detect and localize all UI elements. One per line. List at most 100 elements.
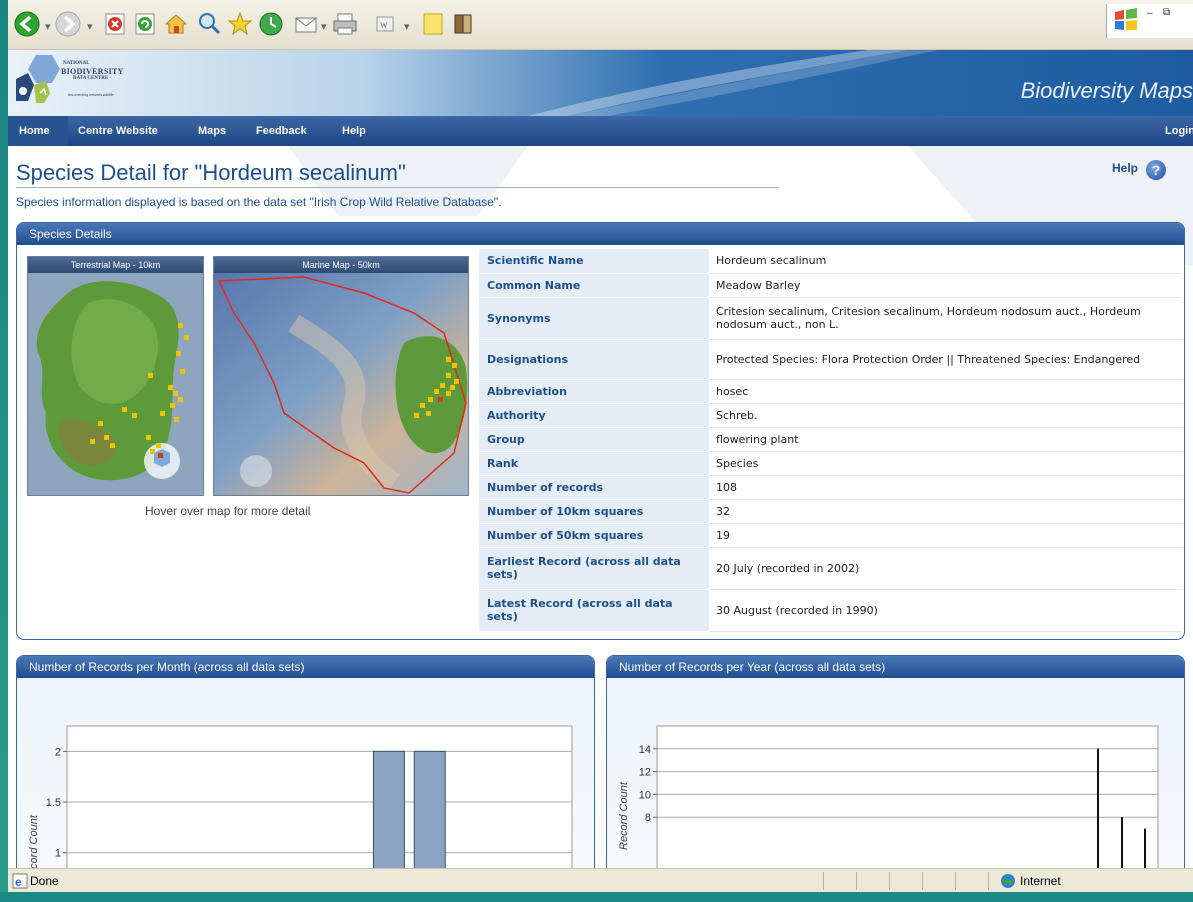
info-row: Common Name Meadow Barley xyxy=(479,273,1182,298)
y-tick-label: 2 xyxy=(55,746,61,758)
forward-dropdown-icon[interactable]: ▾ xyxy=(87,20,93,33)
info-label: Scientific Name xyxy=(479,249,709,274)
month-bar xyxy=(372,750,405,868)
logo-line-3: DATA CENTRE xyxy=(73,76,109,81)
svg-text:W: W xyxy=(380,21,388,30)
info-label: Synonyms xyxy=(479,297,709,340)
favorites-star-icon[interactable] xyxy=(225,9,255,39)
year-chart-area: 8 10 12 14 Record Count xyxy=(607,678,1184,868)
marine-map[interactable]: Marine Map - 50km xyxy=(213,256,469,496)
site-header: NATIONAL BIODIVERSITY DATA CENTRE docume… xyxy=(8,50,1193,116)
info-value: Schreb. xyxy=(709,403,1182,428)
page-status-icon: e xyxy=(12,873,28,889)
info-row: Rank Species xyxy=(479,451,1182,476)
info-label: Latest Record (across all data sets) xyxy=(479,589,709,632)
nav-feedback[interactable]: Feedback xyxy=(256,125,307,137)
month-chart: 1 1.5 2 Record Count xyxy=(28,725,573,868)
records-per-year-panel: Number of Records per Year (across all d… xyxy=(606,655,1185,868)
record-square xyxy=(420,403,425,408)
record-square xyxy=(110,443,115,448)
print-icon[interactable] xyxy=(330,9,360,39)
info-value: Species xyxy=(709,451,1182,476)
mail-icon[interactable] xyxy=(292,9,322,39)
record-square xyxy=(104,435,109,440)
back-dropdown-icon[interactable]: ▾ xyxy=(45,20,51,33)
dataset-subtitle: Species information displayed is based o… xyxy=(16,195,502,209)
info-label: Designations xyxy=(479,339,709,380)
info-value: 32 xyxy=(709,499,1182,524)
record-square xyxy=(434,389,439,394)
record-square xyxy=(414,413,419,418)
security-zone: Internet xyxy=(1020,874,1061,888)
browser-toolbar: ▾ ▾ ▾ W ▾ – ⧉ xyxy=(8,0,1193,50)
status-divider xyxy=(988,872,989,890)
terrestrial-map[interactable]: Terrestrial Map - 10km xyxy=(27,256,204,496)
help-question-icon[interactable]: ? xyxy=(1146,160,1166,180)
record-square xyxy=(426,411,431,416)
stop-icon[interactable] xyxy=(100,9,130,39)
species-info-table: Scientific Name Hordeum secalinum Common N… xyxy=(479,249,1182,632)
info-row: Designations Protected Species: Flora Pro… xyxy=(479,339,1182,380)
month-chart-title: Number of Records per Month (across all … xyxy=(17,656,594,678)
y-tick-label: 1 xyxy=(55,848,61,860)
record-square xyxy=(178,323,183,328)
y-tick-label: 14 xyxy=(639,744,651,756)
title-divider xyxy=(16,187,779,188)
info-label: Group xyxy=(479,427,709,452)
record-square xyxy=(132,413,137,418)
record-square xyxy=(148,373,153,378)
status-divider xyxy=(823,872,824,890)
header-swoosh-graphic xyxy=(528,50,938,116)
record-square xyxy=(122,407,127,412)
refresh-icon[interactable] xyxy=(130,9,160,39)
record-square xyxy=(170,403,175,408)
info-row: Abbreviation hosec xyxy=(479,379,1182,404)
y-axis-label: Record Count xyxy=(28,814,40,868)
windows-flag-icon xyxy=(1115,8,1137,30)
slide-background-bottom xyxy=(0,892,1193,902)
home-icon[interactable] xyxy=(161,9,191,39)
internet-globe-icon xyxy=(1001,874,1015,888)
y-tick-label: 12 xyxy=(639,767,651,779)
status-divider xyxy=(955,872,956,890)
info-row: Scientific Name Hordeum secalinum xyxy=(479,249,1182,274)
info-row: Latest Record (across all data sets) 30 A… xyxy=(479,589,1182,632)
logo-tagline: documenting Ireland's wildlife xyxy=(68,93,114,97)
record-square xyxy=(158,453,163,458)
nav-home[interactable]: Home xyxy=(19,125,50,137)
notes-icon[interactable] xyxy=(418,9,448,39)
edit-icon[interactable]: W xyxy=(370,9,400,39)
map-caption: Hover over map for more detail xyxy=(145,504,311,518)
nav-help[interactable]: Help xyxy=(342,125,366,137)
terrestrial-map-graphic xyxy=(28,273,203,495)
info-value: 20 July (recorded in 2002) xyxy=(709,547,1182,590)
history-icon[interactable] xyxy=(256,9,286,39)
back-arrow-icon[interactable] xyxy=(12,9,42,39)
year-chart: 8 10 12 14 Record Count xyxy=(618,725,1159,868)
record-square xyxy=(174,417,179,422)
record-square xyxy=(450,385,455,390)
svg-text:e: e xyxy=(15,875,22,889)
plot-area xyxy=(656,725,1159,868)
month-chart-area: 1 1.5 2 Record Count xyxy=(17,678,594,868)
minimize-icon[interactable]: – xyxy=(1147,8,1153,19)
nav-login[interactable]: Login xyxy=(1165,125,1193,137)
record-square xyxy=(446,373,451,378)
forward-arrow-icon[interactable] xyxy=(53,9,83,39)
nav-centre-website[interactable]: Centre Website xyxy=(78,125,158,137)
info-value: flowering plant xyxy=(709,427,1182,452)
info-value: Critesion secalinum, Critesion secalinum… xyxy=(709,297,1182,340)
record-square xyxy=(184,335,189,340)
research-icon[interactable] xyxy=(449,9,479,39)
info-row: Number of 50km squares 19 xyxy=(479,523,1182,548)
help-link[interactable]: Help xyxy=(1112,161,1138,175)
logo-line-2: BIODIVERSITY xyxy=(61,67,124,76)
site-logo[interactable]: NATIONAL BIODIVERSITY DATA CENTRE docume… xyxy=(14,53,150,113)
nav-maps[interactable]: Maps xyxy=(198,125,226,137)
main-nav: Home Centre Website Maps Feedback Help L… xyxy=(8,116,1193,146)
restore-icon[interactable]: ⧉ xyxy=(1163,7,1170,18)
record-square xyxy=(146,435,151,440)
edit-dropdown-icon[interactable]: ▾ xyxy=(404,20,410,33)
mail-dropdown-icon[interactable]: ▾ xyxy=(321,20,327,33)
search-icon[interactable] xyxy=(194,9,224,39)
